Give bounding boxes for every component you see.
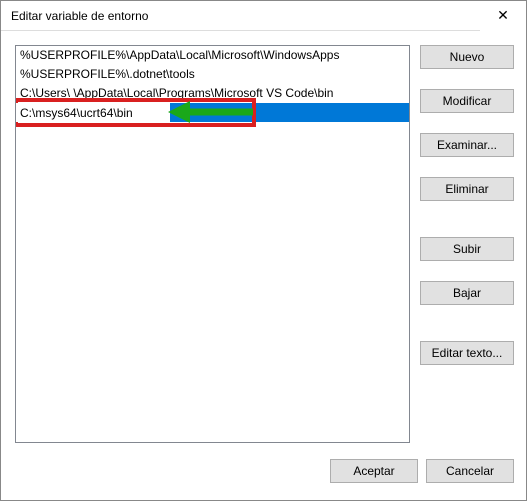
dialog-bottom-bar: Aceptar Cancelar (1, 451, 526, 491)
delete-button[interactable]: Eliminar (420, 177, 514, 201)
path-list-item[interactable] (16, 103, 409, 122)
path-list-item[interactable]: %USERPROFILE%\.dotnet\tools (16, 65, 409, 84)
close-icon: ✕ (497, 7, 509, 24)
new-button[interactable]: Nuevo (420, 45, 514, 69)
dialog-content: %USERPROFILE%\AppData\Local\Microsoft\Wi… (1, 31, 526, 451)
path-listbox[interactable]: %USERPROFILE%\AppData\Local\Microsoft\Wi… (15, 45, 410, 443)
side-button-column: Nuevo Modificar Examinar... Eliminar Sub… (420, 45, 514, 451)
edit-text-button[interactable]: Editar texto... (420, 341, 514, 365)
move-up-button[interactable]: Subir (420, 237, 514, 261)
ok-button[interactable]: Aceptar (330, 459, 418, 483)
cancel-button[interactable]: Cancelar (426, 459, 514, 483)
path-edit-input[interactable] (16, 103, 170, 122)
window-title: Editar variable de entorno (11, 9, 148, 23)
edit-button[interactable]: Modificar (420, 89, 514, 113)
close-button[interactable]: ✕ (480, 1, 526, 31)
move-down-button[interactable]: Bajar (420, 281, 514, 305)
path-list-item[interactable]: C:\Users\ \AppData\Local\Programs\Micros… (16, 84, 409, 103)
title-bar: Editar variable de entorno ✕ (1, 1, 526, 31)
path-list-item[interactable]: %USERPROFILE%\AppData\Local\Microsoft\Wi… (16, 46, 409, 65)
browse-button[interactable]: Examinar... (420, 133, 514, 157)
